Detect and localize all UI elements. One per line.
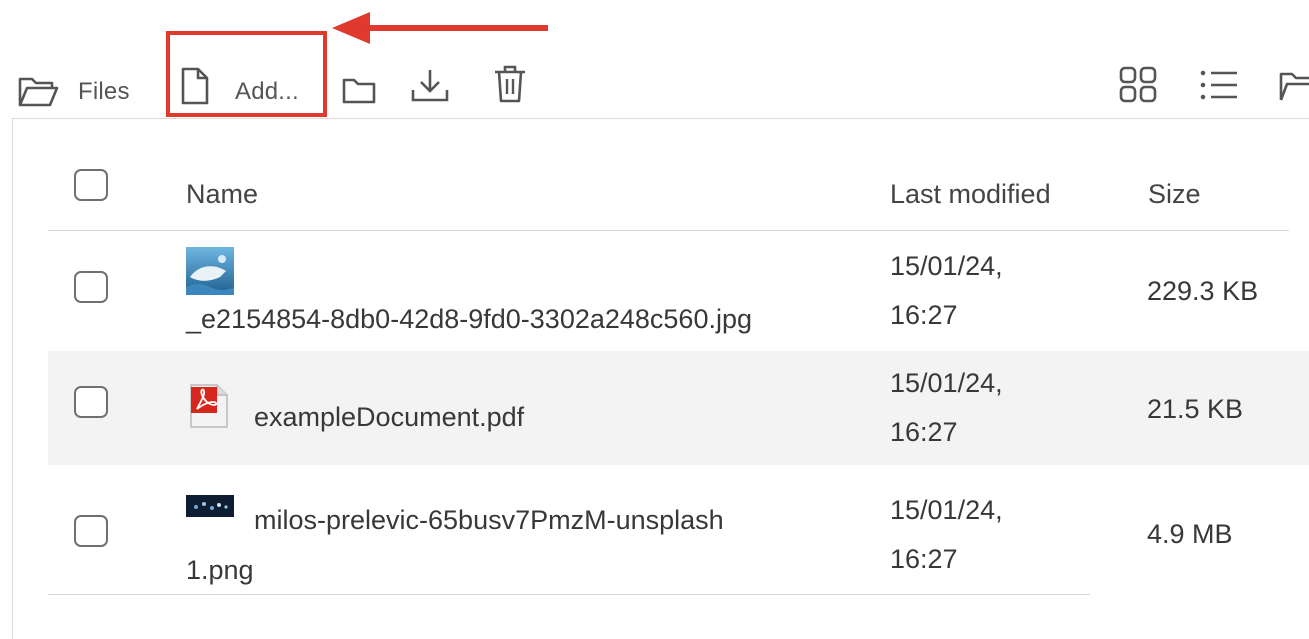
column-header-name[interactable]: Name [186,179,258,210]
new-file-icon[interactable] [180,66,210,106]
modified-date: 15/01/24, [890,251,1003,281]
column-header-modified[interactable]: Last modified [890,179,1051,210]
select-all-checkbox[interactable] [74,169,108,201]
modified-date: 15/01/24, [890,495,1003,525]
file-name[interactable]: exampleDocument.pdf [254,393,524,441]
pdf-icon [187,383,229,429]
file-name-line-1[interactable]: milos-prelevic-65busv7PmzM-unsplash [254,496,724,544]
annotation-arrow [332,12,548,44]
grid-view-icon[interactable] [1119,66,1159,104]
row-checkbox[interactable] [74,515,108,547]
trash-icon[interactable] [493,64,527,104]
modified-time: 16:27 [890,300,958,330]
row-checkbox[interactable] [74,386,108,418]
folder-icon[interactable] [1278,70,1309,104]
table-bottom-divider [48,594,1090,595]
list-view-icon[interactable] [1199,68,1239,102]
new-folder-icon[interactable] [341,76,377,106]
file-name-line-2[interactable]: 1.png [186,546,254,594]
file-size: 229.3 KB [1147,276,1259,306]
files-label[interactable]: Files [78,78,130,106]
modified-date: 15/01/24, [890,368,1003,398]
png-thumbnail [186,495,234,517]
download-icon[interactable] [410,68,450,104]
column-header-size[interactable]: Size [1148,179,1201,210]
file-name[interactable]: _e2154854-8db0-42d8-9fd0-3302a248c560.jp… [186,295,752,343]
file-size: 4.9 MB [1147,519,1233,549]
table-row[interactable] [48,351,1309,465]
modified-time: 16:27 [890,417,958,447]
open-folder-icon[interactable] [17,73,59,109]
add-button[interactable]: Add... [235,78,299,106]
jpg-thumbnail [186,247,234,295]
file-size: 21.5 KB [1147,394,1244,424]
row-checkbox[interactable] [74,271,108,303]
modified-time: 16:27 [890,544,958,574]
